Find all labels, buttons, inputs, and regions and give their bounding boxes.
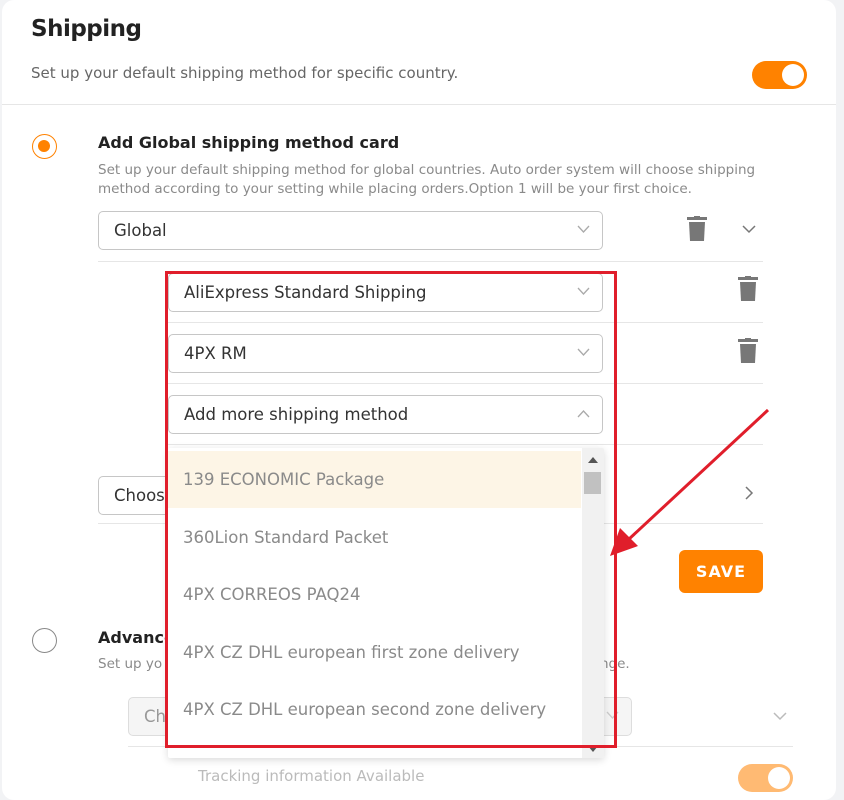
toggle-knob [768,767,790,789]
advanced-option-description-start: Set up yo [98,656,163,672]
trash-icon[interactable] [686,216,708,242]
tracking-info-label: Tracking information Available [198,767,425,785]
tracking-toggle[interactable] [738,764,793,792]
arrow-annotation-icon [610,408,770,556]
page-title: Shipping [31,16,142,42]
trash-icon[interactable] [737,276,759,302]
country-select-value: Global [114,221,167,240]
header-divider [2,104,836,105]
global-option-title: Add Global shipping method card [98,133,400,152]
country-select[interactable]: Global [98,211,603,250]
global-option-radio[interactable] [32,134,57,159]
chevron-down-icon[interactable] [742,225,756,234]
advanced-option-radio[interactable] [32,628,57,653]
shipping-toggle[interactable] [752,61,807,89]
highlight-box [165,271,617,748]
page-subtitle: Set up your default shipping method for … [31,64,459,82]
toggle-knob [782,64,804,86]
choose-select-label: Choos [114,486,165,505]
section-divider [98,261,763,262]
advanced-choose-label: Ch [144,707,166,726]
trash-icon[interactable] [737,338,759,364]
chevron-down-icon[interactable] [773,712,787,721]
global-option-description-line2: method according to your setting while p… [98,181,692,197]
chevron-down-icon [577,225,590,233]
advanced-option-title: Advance [98,628,175,647]
global-option-description-line1: Set up your default shipping method for … [98,162,756,178]
